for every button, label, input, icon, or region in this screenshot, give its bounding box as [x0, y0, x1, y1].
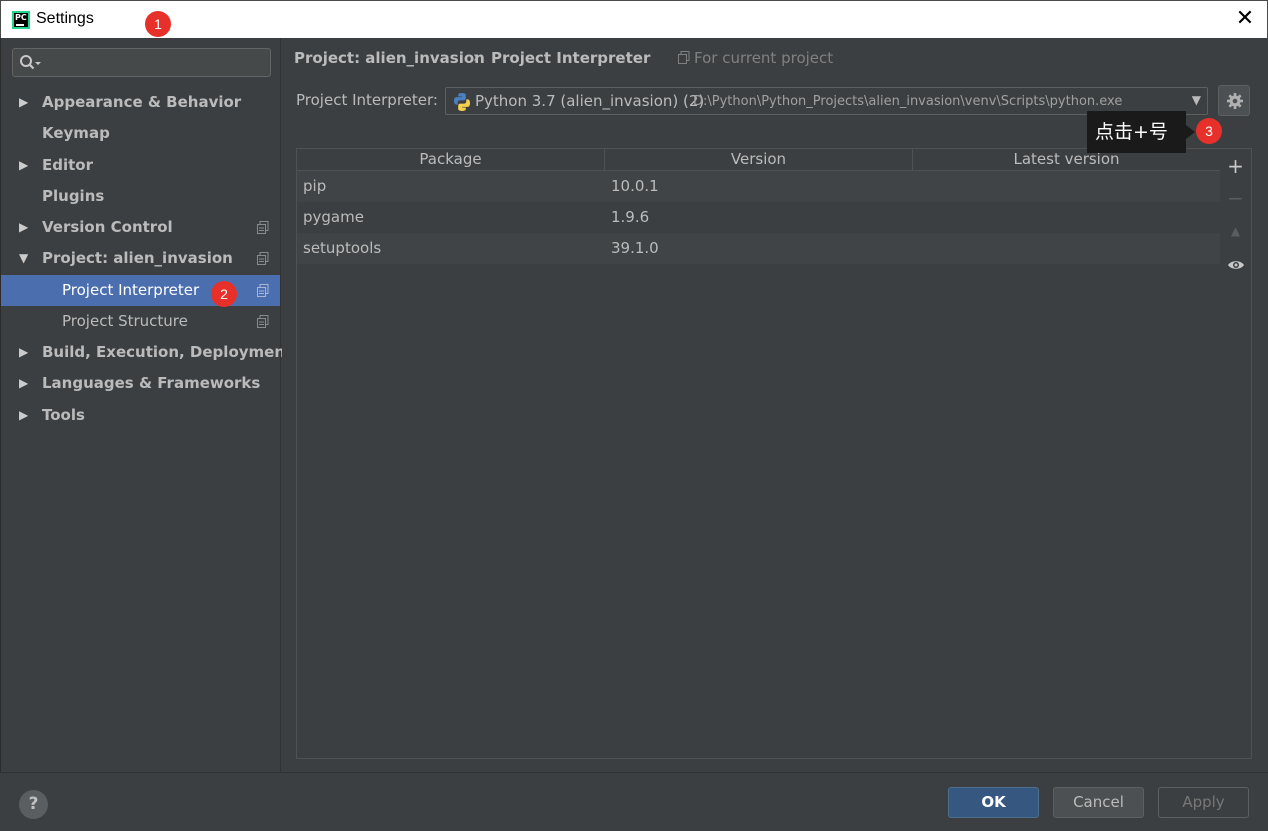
annotation-badge-1: 1: [145, 11, 171, 37]
table-header: Package Version Latest version: [297, 149, 1220, 171]
package-name: pip: [303, 177, 327, 195]
sidebar-item-label: Build, Execution, Deployment: [42, 343, 293, 361]
table-row[interactable]: pygame 1.9.6: [297, 202, 1220, 233]
package-version: 10.0.1: [611, 177, 659, 195]
interpreter-name: Python 3.7 (alien_invasion) (2): [475, 92, 705, 110]
package-name: setuptools: [303, 239, 382, 257]
close-window-button[interactable]: ✕: [1235, 5, 1255, 33]
sidebar-item-languages-frameworks[interactable]: ▶ Languages & Frameworks: [1, 368, 280, 399]
search-icon: [20, 55, 41, 70]
sidebar-item-build-execution-deployment[interactable]: ▶ Build, Execution, Deployment: [1, 337, 292, 368]
main-panel: Project: alien_invasion › Project Interp…: [282, 38, 1268, 772]
python-logo-icon: [454, 93, 470, 111]
sidebar-item-version-control[interactable]: ▶ Version Control: [1, 212, 280, 243]
sidebar-item-project-structure[interactable]: Project Structure: [1, 306, 280, 337]
remove-package-button[interactable]: −: [1220, 183, 1251, 213]
show-latest-versions-button[interactable]: [1220, 248, 1251, 278]
project-scope-icon: [257, 315, 269, 328]
eye-icon: [1227, 260, 1244, 269]
sidebar-item-label: Project: alien_invasion: [42, 249, 233, 267]
dialog-footer: ? OK Cancel Apply: [0, 772, 1268, 831]
column-header-version[interactable]: Version: [605, 149, 913, 170]
annotation-badge-2: 2: [211, 281, 237, 307]
sidebar-item-project-interpreter[interactable]: Project Interpreter: [1, 275, 280, 306]
sidebar-item-label: Keymap: [42, 124, 110, 142]
sidebar-item-project[interactable]: ▼ Project: alien_invasion: [1, 243, 280, 274]
chevron-down-icon[interactable]: ▼: [1192, 93, 1201, 107]
pycharm-logo-icon: PC: [12, 11, 30, 29]
sidebar-item-label: Tools: [42, 406, 85, 424]
collapse-arrow-icon[interactable]: ▼: [19, 243, 33, 274]
package-version: 1.9.6: [611, 208, 650, 226]
breadcrumb-page: Project Interpreter: [491, 49, 651, 67]
interpreter-label: Project Interpreter:: [296, 91, 438, 109]
sidebar-item-label: Editor: [42, 156, 93, 174]
ok-button[interactable]: OK: [948, 787, 1039, 818]
packages-table: Package Version Latest version pip 10.0.…: [296, 148, 1221, 759]
sidebar-item-label: Version Control: [42, 218, 173, 236]
window-title: Settings: [36, 10, 94, 27]
expand-arrow-icon[interactable]: ▶: [19, 337, 33, 368]
expand-arrow-icon[interactable]: ▶: [19, 400, 33, 431]
package-version: 39.1.0: [611, 239, 659, 257]
expand-arrow-icon[interactable]: ▶: [19, 212, 33, 243]
add-package-button[interactable]: +: [1220, 151, 1251, 181]
scope-hint-label: For current project: [694, 49, 834, 67]
scope-hint: For current project: [678, 49, 833, 67]
package-name: pygame: [303, 208, 364, 226]
project-scope-icon: [257, 252, 269, 265]
apply-button[interactable]: Apply: [1158, 787, 1249, 818]
settings-sidebar: ▶ Appearance & Behavior Keymap ▶ Editor …: [0, 38, 292, 772]
interpreter-path: D:\Python\Python_Projects\alien_invasion…: [693, 94, 1123, 109]
cancel-button[interactable]: Cancel: [1053, 787, 1144, 818]
sidebar-item-label: Languages & Frameworks: [42, 374, 261, 392]
search-input[interactable]: [12, 48, 271, 77]
help-button[interactable]: ?: [19, 790, 48, 819]
sidebar-item-keymap[interactable]: Keymap: [1, 118, 280, 149]
annotation-badge-3: 3: [1196, 118, 1222, 144]
upgrade-package-button[interactable]: ▲: [1220, 216, 1251, 246]
project-scope-icon: [257, 221, 269, 234]
sidebar-item-plugins[interactable]: Plugins: [1, 181, 280, 212]
sidebar-item-label: Appearance & Behavior: [42, 93, 242, 111]
table-row[interactable]: setuptools 39.1.0: [297, 233, 1220, 264]
sidebar-item-appearance-behavior[interactable]: ▶ Appearance & Behavior: [1, 87, 280, 118]
sidebar-item-editor[interactable]: ▶ Editor: [1, 150, 280, 181]
expand-arrow-icon[interactable]: ▶: [19, 368, 33, 399]
gear-icon: [1227, 93, 1243, 109]
packages-toolbar: + − ▲: [1220, 148, 1252, 759]
annotation-tooltip: 点击+号: [1087, 111, 1195, 153]
interpreter-settings-button[interactable]: [1218, 85, 1250, 116]
title-bar: PC Settings ✕: [0, 0, 1268, 38]
project-scope-icon: [678, 51, 690, 64]
sidebar-item-label: Project Structure: [62, 312, 188, 330]
table-row[interactable]: pip 10.0.1: [297, 171, 1220, 202]
project-scope-icon: [257, 284, 269, 297]
column-header-package[interactable]: Package: [297, 149, 605, 170]
sidebar-item-label: Plugins: [42, 187, 105, 205]
breadcrumb-project: Project: alien_invasion: [294, 49, 485, 67]
expand-arrow-icon[interactable]: ▶: [19, 87, 33, 118]
sidebar-item-label: Project Interpreter: [62, 281, 200, 299]
breadcrumb-separator: ›: [473, 48, 479, 66]
sidebar-item-tools[interactable]: ▶ Tools: [1, 400, 280, 431]
expand-arrow-icon[interactable]: ▶: [19, 150, 33, 181]
